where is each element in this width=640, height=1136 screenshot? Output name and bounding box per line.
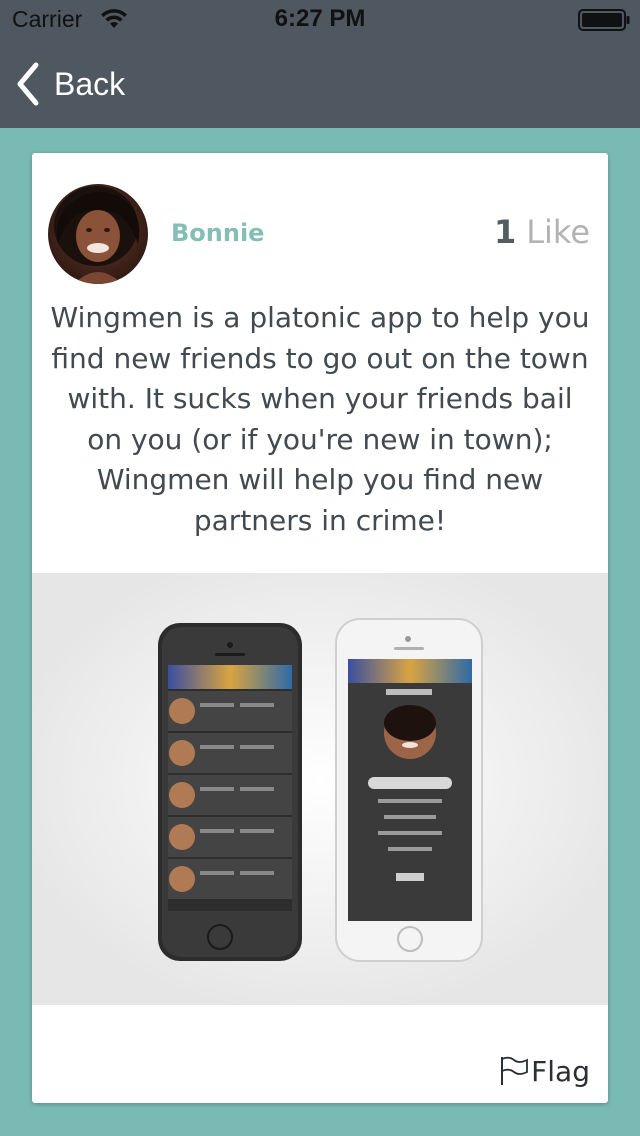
like-button[interactable]: 1 Like: [494, 213, 590, 251]
status-time: 6:27 PM: [274, 5, 366, 32]
battery-icon: [578, 9, 630, 31]
flag-label: Flag: [531, 1054, 590, 1088]
post-card: Bonnie 1 Like Wingmen is a platonic app t…: [32, 153, 608, 1103]
back-button[interactable]: Back: [14, 58, 154, 110]
post-image: [32, 573, 608, 1005]
flag-icon: [501, 1056, 529, 1085]
navigation-bar: Carrier 6:27 PM Back: [0, 0, 640, 128]
flag-button[interactable]: Flag: [499, 1051, 590, 1091]
chevron-left-icon: [17, 62, 39, 106]
author-name[interactable]: Bonnie: [171, 219, 264, 247]
phones-illustration: [32, 573, 608, 1005]
avatar-image: [48, 184, 148, 284]
like-label: Like: [526, 213, 590, 251]
back-button-label: Back: [54, 65, 126, 102]
avatar[interactable]: [48, 184, 148, 284]
status-bar: Carrier 6:27 PM: [0, 0, 640, 40]
like-count: 1: [493, 213, 517, 251]
post-description: Wingmen is a platonic app to help you fi…: [50, 301, 590, 537]
